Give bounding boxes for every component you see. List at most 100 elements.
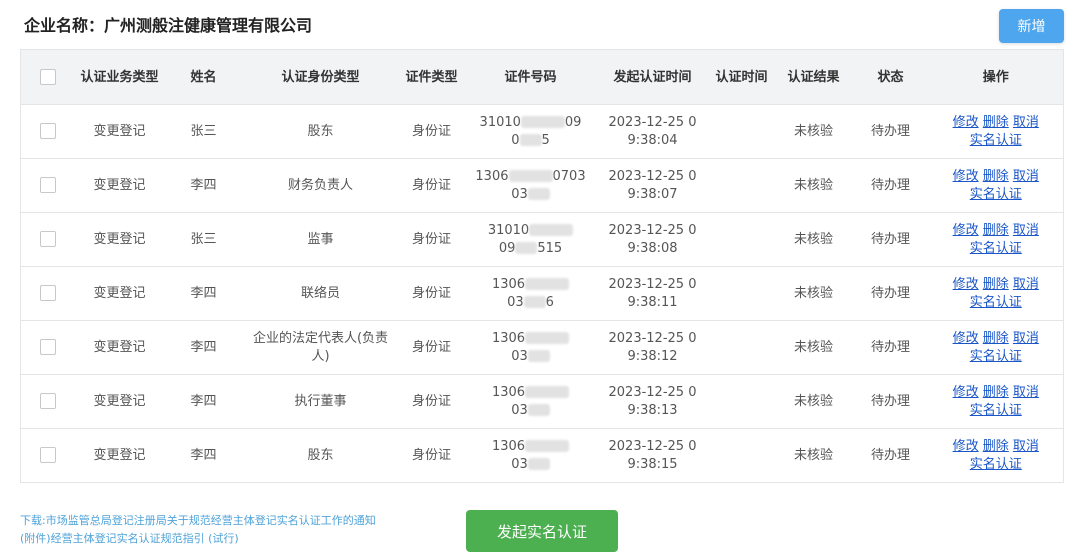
- cell-start-time: 2023-12-25 0 9:38:12: [596, 320, 709, 375]
- id-number-line1: 31010: [479, 114, 521, 130]
- cell-auth-result: 未核验: [774, 104, 853, 159]
- cell-start-time: 2023-12-25 0 9:38:08: [596, 212, 709, 267]
- cell-auth-time: [708, 428, 775, 483]
- row-checkbox-cell[interactable]: [20, 104, 75, 159]
- row-checkbox-cell[interactable]: [20, 428, 75, 483]
- edit-link[interactable]: 修改: [953, 115, 979, 130]
- id-number-tail2: 5: [541, 132, 550, 148]
- verify-link[interactable]: 实名认证: [970, 187, 1022, 202]
- cell-identity-type: 监事: [242, 212, 399, 267]
- row-checkbox-cell[interactable]: [20, 158, 75, 213]
- delete-link[interactable]: 删除: [983, 277, 1009, 292]
- cancel-link[interactable]: 取消: [1013, 169, 1039, 184]
- id-redaction: [525, 278, 570, 290]
- delete-link[interactable]: 删除: [983, 439, 1009, 454]
- cell-business-type: 变更登记: [74, 158, 165, 213]
- cell-identity-type: 股东: [242, 428, 399, 483]
- cell-id-type: 身份证: [398, 158, 465, 213]
- start-time-line2: 9:38:08: [627, 240, 678, 256]
- verify-link[interactable]: 实名认证: [970, 349, 1022, 364]
- row-checkbox-cell[interactable]: [20, 374, 75, 429]
- cell-id-type: 身份证: [398, 428, 465, 483]
- edit-link[interactable]: 修改: [953, 277, 979, 292]
- cancel-link[interactable]: 取消: [1013, 439, 1039, 454]
- id-number-line2: 03: [511, 348, 528, 364]
- row-checkbox[interactable]: [39, 285, 56, 301]
- cell-status: 待办理: [852, 212, 929, 267]
- row-checkbox[interactable]: [39, 123, 56, 139]
- select-all-checkbox[interactable]: [39, 69, 56, 85]
- cancel-link[interactable]: 取消: [1013, 385, 1039, 400]
- verify-link[interactable]: 实名认证: [970, 457, 1022, 472]
- row-checkbox[interactable]: [39, 393, 56, 409]
- cancel-link[interactable]: 取消: [1013, 331, 1039, 346]
- cell-id-number: 1306 03: [464, 428, 597, 483]
- cell-id-number: 1306 0703 03: [464, 158, 597, 213]
- row-checkbox[interactable]: [39, 447, 56, 463]
- cell-start-time: 2023-12-25 0 9:38:15: [596, 428, 709, 483]
- add-button[interactable]: 新增: [999, 9, 1064, 43]
- start-time-line1: 2023-12-25 0: [608, 276, 697, 292]
- row-checkbox-cell[interactable]: [20, 266, 75, 321]
- cell-start-time: 2023-12-25 0 9:38:13: [596, 374, 709, 429]
- row-checkbox[interactable]: [39, 231, 56, 247]
- id-number-line2: 03: [511, 402, 528, 418]
- edit-link[interactable]: 修改: [953, 331, 979, 346]
- row-checkbox-cell[interactable]: [20, 320, 75, 375]
- table-header-row: 认证业务类型 姓名 认证身份类型 证件类型 证件号码 发起认证时间 认证时间 认…: [20, 49, 1064, 105]
- cell-identity-type: 股东: [242, 104, 399, 159]
- id-number-tail2: 6: [545, 294, 554, 310]
- cancel-link[interactable]: 取消: [1013, 223, 1039, 238]
- header-select-all[interactable]: [20, 49, 75, 105]
- edit-link[interactable]: 修改: [953, 385, 979, 400]
- cell-auth-time: [708, 158, 775, 213]
- edit-link[interactable]: 修改: [953, 169, 979, 184]
- notice-attachment-link[interactable]: (附件)经营主体登记实名认证规范指引 (试行): [20, 530, 420, 548]
- row-checkbox-cell[interactable]: [20, 212, 75, 267]
- cancel-link[interactable]: 取消: [1013, 277, 1039, 292]
- id-redaction: [529, 224, 574, 236]
- row-checkbox[interactable]: [39, 177, 56, 193]
- cell-business-type: 变更登记: [74, 320, 165, 375]
- row-checkbox[interactable]: [39, 339, 56, 355]
- cell-actions: 修改 删除 取消 实名认证: [928, 158, 1064, 213]
- id-redaction: [508, 170, 553, 182]
- cell-auth-result: 未核验: [774, 320, 853, 375]
- verify-link[interactable]: 实名认证: [970, 133, 1022, 148]
- header-actions: 操作: [928, 49, 1064, 105]
- header-id-type: 证件类型: [398, 49, 465, 105]
- delete-link[interactable]: 删除: [983, 331, 1009, 346]
- start-verification-button[interactable]: 发起实名认证: [466, 510, 618, 552]
- delete-link[interactable]: 删除: [983, 169, 1009, 184]
- cell-start-time: 2023-12-25 0 9:38:04: [596, 104, 709, 159]
- edit-link[interactable]: 修改: [953, 223, 979, 238]
- cell-auth-result: 未核验: [774, 266, 853, 321]
- delete-link[interactable]: 删除: [983, 385, 1009, 400]
- delete-link[interactable]: 删除: [983, 223, 1009, 238]
- verify-link[interactable]: 实名认证: [970, 295, 1022, 310]
- start-time-line1: 2023-12-25 0: [608, 168, 697, 184]
- id-redaction: [525, 332, 570, 344]
- cell-id-type: 身份证: [398, 212, 465, 267]
- company-name-title: 企业名称：广州测般注健康管理有限公司: [24, 16, 313, 35]
- id-redaction: [527, 350, 550, 362]
- cell-auth-time: [708, 320, 775, 375]
- id-redaction: [525, 386, 570, 398]
- id-number-line2: 03: [511, 186, 528, 202]
- cell-id-type: 身份证: [398, 374, 465, 429]
- verify-link[interactable]: 实名认证: [970, 241, 1022, 256]
- notice-download-link[interactable]: 下载:市场监管总局登记注册局关于规范经营主体登记实名认证工作的通知: [20, 512, 420, 530]
- cancel-link[interactable]: 取消: [1013, 115, 1039, 130]
- id-redaction: [527, 404, 550, 416]
- id-number-line2: 09: [498, 240, 516, 256]
- start-time-line1: 2023-12-25 0: [608, 114, 697, 130]
- regulation-notice: 下载:市场监管总局登记注册局关于规范经营主体登记实名认证工作的通知 (附件)经营…: [20, 512, 420, 548]
- edit-link[interactable]: 修改: [953, 439, 979, 454]
- verify-link[interactable]: 实名认证: [970, 403, 1022, 418]
- delete-link[interactable]: 删除: [983, 115, 1009, 130]
- cell-actions: 修改 删除 取消 实名认证: [928, 104, 1064, 159]
- start-time-line1: 2023-12-25 0: [608, 222, 697, 238]
- cell-id-number: 1306 03 6: [464, 266, 597, 321]
- cell-auth-result: 未核验: [774, 212, 853, 267]
- cell-name: 张三: [164, 104, 243, 159]
